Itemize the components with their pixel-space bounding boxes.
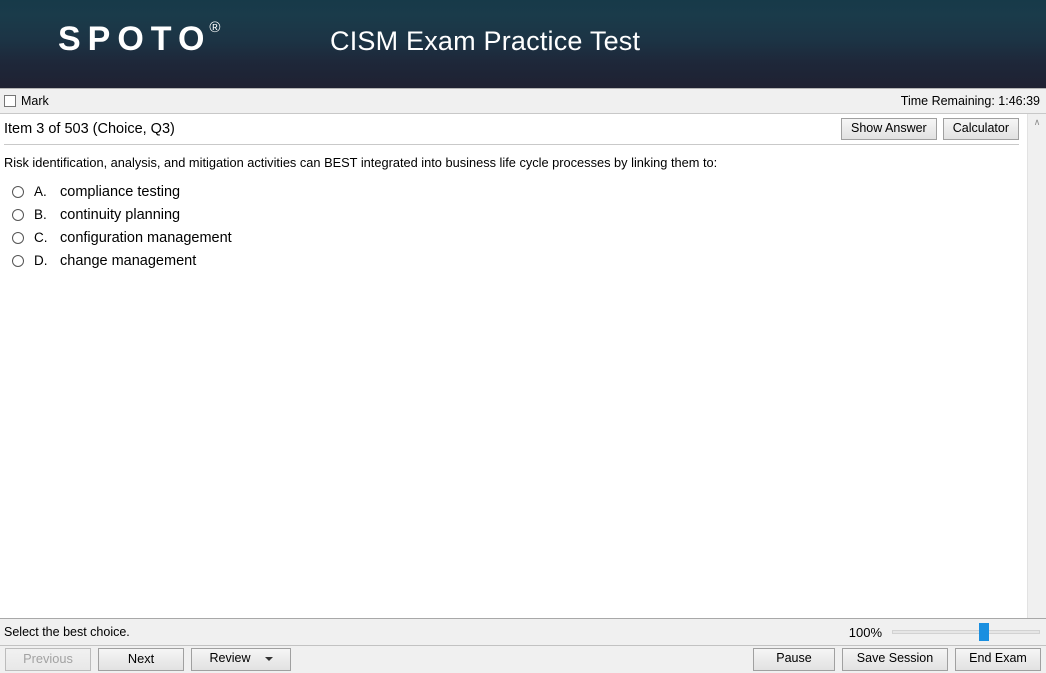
choice-letter: B. — [34, 207, 47, 223]
bottom-navigation-bar: Previous Next Review Pause Save Session … — [0, 645, 1046, 673]
mark-and-time-bar: Mark Time Remaining: 1:46:39 — [0, 88, 1046, 114]
choice-letter: C. — [34, 230, 48, 246]
question-scrollbar[interactable]: ∧ — [1027, 114, 1046, 618]
item-counter-label: Item 3 of 503 (Choice, Q3) — [4, 121, 175, 137]
question-content-area: Item 3 of 503 (Choice, Q3) Show Answer C… — [0, 114, 1046, 618]
choice-text: continuity planning — [60, 206, 181, 223]
question-panel: Item 3 of 503 (Choice, Q3) Show Answer C… — [0, 114, 1027, 618]
show-answer-button[interactable]: Show Answer — [840, 117, 937, 141]
question-stem: Risk identification, analysis, and mitig… — [4, 155, 718, 170]
zoom-slider-thumb[interactable] — [978, 623, 989, 641]
zoom-slider-track[interactable] — [892, 630, 1040, 634]
nav-left-group: Previous Next Review — [5, 647, 291, 672]
calculator-button[interactable]: Calculator — [942, 117, 1019, 141]
status-hint: Select the best choice. — [4, 625, 130, 639]
pause-button[interactable]: Pause — [753, 648, 835, 671]
mark-control[interactable]: Mark — [4, 94, 49, 108]
item-action-buttons: Show Answer Calculator — [840, 117, 1019, 141]
choice-text: change management — [60, 252, 197, 269]
scroll-up-arrow-icon[interactable]: ∧ — [1028, 114, 1046, 131]
mark-checkbox[interactable] — [4, 95, 16, 107]
zoom-control-group: 100% — [849, 623, 1040, 641]
next-button[interactable]: Next — [98, 647, 184, 672]
end-exam-button[interactable]: End Exam — [955, 648, 1041, 671]
question-block: Risk identification, analysis, and mitig… — [0, 145, 1027, 272]
item-header-row: Item 3 of 503 (Choice, Q3) Show Answer C… — [0, 114, 1027, 144]
radio-button-icon[interactable] — [12, 208, 24, 221]
radio-button-icon[interactable] — [12, 231, 24, 244]
radio-button-icon[interactable] — [12, 254, 24, 267]
chevron-down-icon — [264, 657, 273, 661]
spoto-logo-text: SPOTO — [58, 20, 212, 58]
answer-choice-b[interactable]: B. continuity planning — [4, 203, 1017, 226]
radio-button-icon[interactable] — [12, 185, 24, 198]
exam-title: CISM Exam Practice Test — [330, 26, 641, 56]
choice-text: compliance testing — [60, 183, 181, 200]
status-bar: Select the best choice. 100% — [0, 618, 1046, 645]
choice-letter: A. — [34, 184, 47, 200]
mark-label: Mark — [21, 94, 49, 108]
previous-button[interactable]: Previous — [5, 647, 91, 672]
time-remaining: Time Remaining: 1:46:39 — [900, 94, 1040, 108]
brand-header: SPOTO® CISM Exam Practice Test — [0, 0, 1046, 88]
nav-right-group: Pause Save Session End Exam — [753, 648, 1041, 671]
spoto-logo: SPOTO® — [58, 18, 222, 58]
scrollbar-track[interactable] — [1028, 131, 1046, 618]
review-dropdown-button[interactable]: Review — [191, 648, 291, 671]
exam-app-window: SPOTO® CISM Exam Practice Test Mark Time… — [0, 0, 1046, 673]
answer-choices-list: A. compliance testing B. continuity plan… — [4, 180, 1017, 272]
choice-text: configuration management — [60, 229, 232, 246]
zoom-slider[interactable] — [892, 623, 1040, 641]
choice-letter: D. — [34, 253, 48, 269]
review-label: Review — [209, 651, 251, 666]
save-session-button[interactable]: Save Session — [842, 648, 948, 671]
answer-choice-d[interactable]: D. change management — [4, 249, 1017, 272]
answer-choice-c[interactable]: C. configuration management — [4, 226, 1017, 249]
answer-choice-a[interactable]: A. compliance testing — [4, 180, 1017, 203]
registered-trademark-icon: ® — [209, 18, 221, 36]
zoom-level-label: 100% — [848, 624, 882, 640]
